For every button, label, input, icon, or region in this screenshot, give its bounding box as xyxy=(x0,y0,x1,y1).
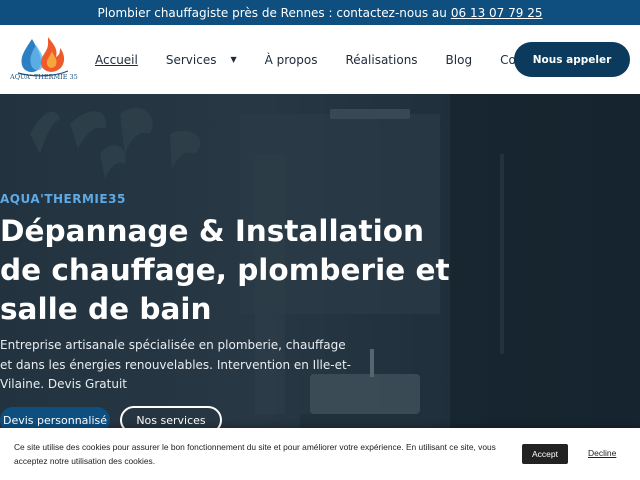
site-header: AQUA' THERMIE 35 Accueil Services ▼ À pr… xyxy=(0,25,640,94)
call-us-button[interactable]: Nous appeler xyxy=(514,42,630,77)
nav-item-accueil[interactable]: Accueil xyxy=(95,53,138,67)
decline-cookies-link[interactable]: Decline xyxy=(588,448,616,458)
site-logo[interactable]: AQUA' THERMIE 35 xyxy=(10,33,78,89)
logo-wordmark: AQUA' THERMIE 35 xyxy=(10,73,78,81)
nav-label: Services xyxy=(165,52,217,67)
nav-label: À propos xyxy=(264,52,318,67)
announcement-text: Plombier chauffagiste près de Rennes : c… xyxy=(97,5,447,20)
main-navigation: Accueil Services ▼ À propos Réalisations… xyxy=(95,25,575,94)
hero-subtext: Entreprise artisanale spécialisée en plo… xyxy=(0,338,352,391)
nav-label: Blog xyxy=(445,52,473,67)
flame-drop-logo-icon xyxy=(17,37,69,77)
hero-section: AQUA'THERMIE35 Dépannage & Installation … xyxy=(0,94,640,480)
cookie-text: Ce site utilise des cookies pour assurer… xyxy=(14,442,496,466)
chevron-down-icon: ▼ xyxy=(230,55,237,64)
phone-link[interactable]: 06 13 07 79 25 xyxy=(451,6,543,20)
nav-item-services[interactable]: Services ▼ xyxy=(166,53,237,67)
top-announcement-bar: Plombier chauffagiste près de Rennes : c… xyxy=(0,0,640,25)
hero-content: AQUA'THERMIE35 Dépannage & Installation … xyxy=(0,94,640,480)
nav-label: Réalisations xyxy=(345,52,418,67)
accept-cookies-button[interactable]: Accept xyxy=(522,444,568,464)
nav-label: Accueil xyxy=(95,52,138,67)
hero-eyebrow: AQUA'THERMIE35 xyxy=(0,192,126,206)
nav-item-blog[interactable]: Blog xyxy=(446,53,473,67)
nav-item-a-propos[interactable]: À propos xyxy=(265,53,318,67)
cookie-banner: Ce site utilise des cookies pour assurer… xyxy=(0,428,640,480)
hero-headline: Dépannage & Installation de chauffage, p… xyxy=(0,214,450,326)
nav-item-realisations[interactable]: Réalisations xyxy=(346,53,418,67)
